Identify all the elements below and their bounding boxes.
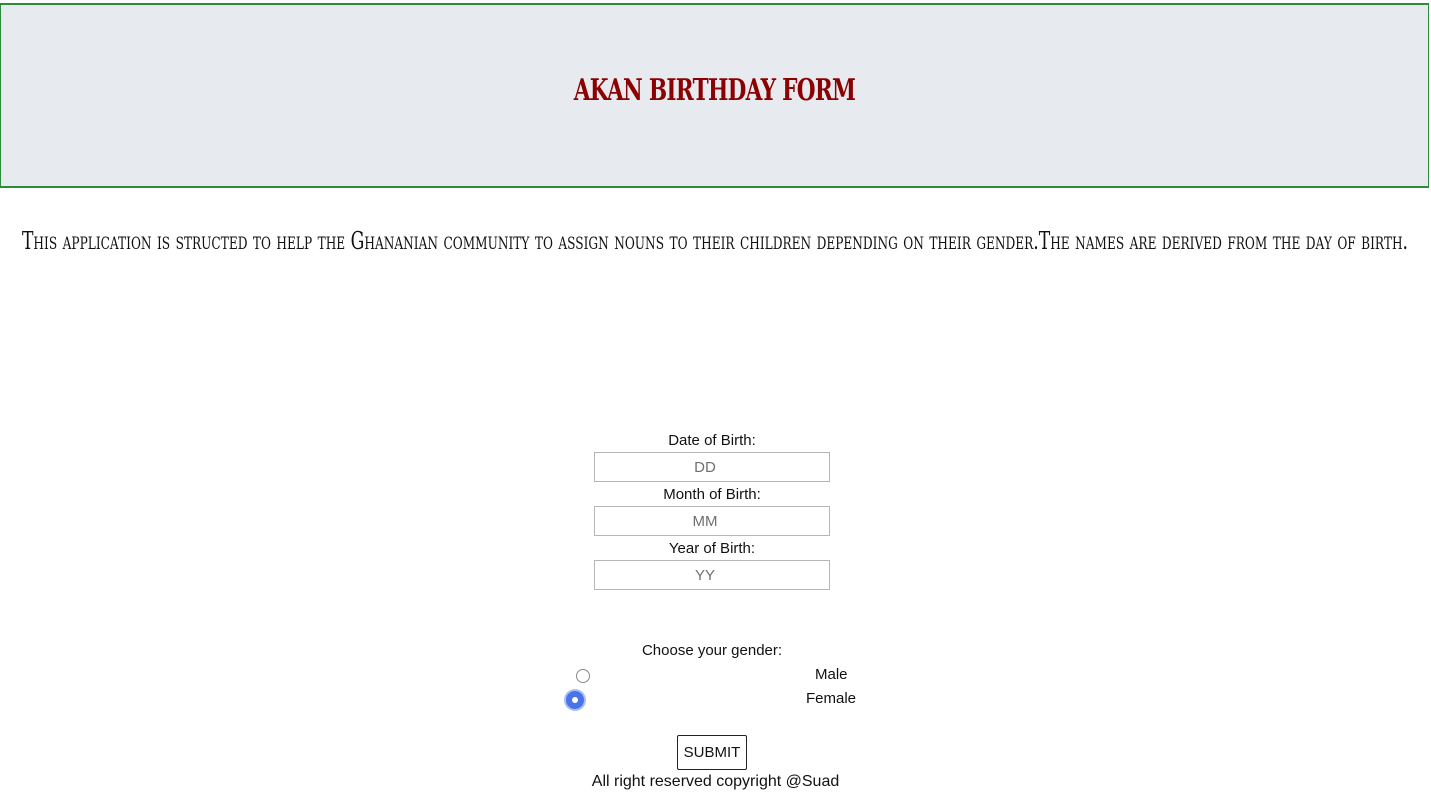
intro-text: This application is structed to help the… [21,227,1409,255]
month-label: Month of Birth: [663,486,761,503]
intro-paragraph: This application is structed to help the… [0,222,1431,261]
male-label: Male [815,666,848,683]
footer-copyright: All right reserved copyright @Suad [591,773,840,790]
female-label: Female [806,690,857,707]
day-input[interactable] [594,452,830,482]
page-title: AKAN BIRTHDAY FORM [573,73,856,108]
year-label: Year of Birth: [668,540,756,557]
year-input[interactable] [594,560,830,590]
submit-button[interactable]: SUBMIT [677,735,747,770]
month-input[interactable] [594,506,830,536]
male-radio[interactable] [576,669,590,683]
gender-label: Choose your gender: [641,642,783,659]
female-radio[interactable] [566,691,584,709]
birthday-form: Date of Birth: Month of Birth: Year of B… [594,430,830,592]
day-label: Date of Birth: [668,432,756,449]
page-header: AKAN BIRTHDAY FORM [0,3,1429,188]
